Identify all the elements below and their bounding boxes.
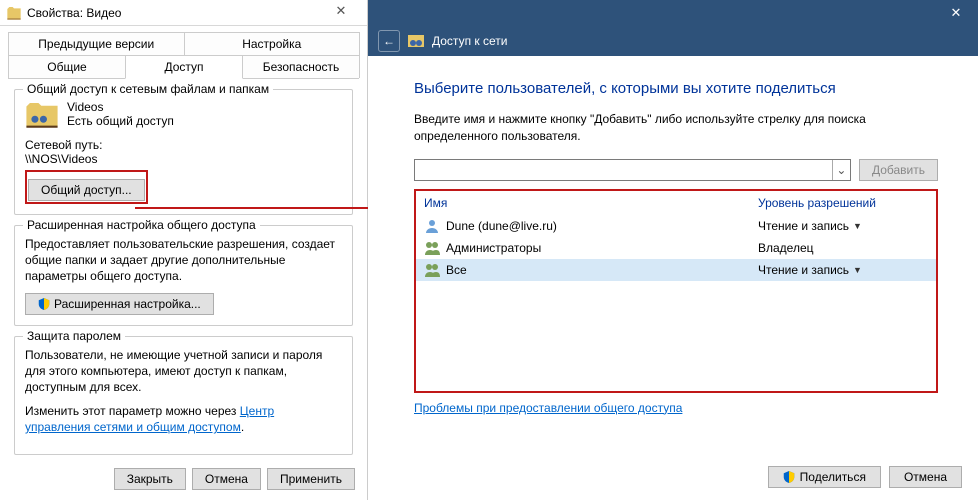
chevron-down-icon: ▼ [853,265,862,275]
chevron-down-icon: ▼ [853,221,862,231]
properties-dialog: Свойства: Видео ✕ Предыдущие версии Наст… [0,0,368,500]
col-permission[interactable]: Уровень разрешений [758,196,928,210]
user-icon [424,218,440,234]
tab-general[interactable]: Общие [8,55,126,78]
network-titlebar: ✕ [368,0,978,26]
shield-icon [38,298,50,310]
user-permission[interactable]: Чтение и запись▼ [758,219,928,233]
col-name[interactable]: Имя [424,196,758,210]
close-icon[interactable]: ✕ [934,0,978,26]
folder-name: Videos [67,100,174,114]
password-hint: Пользователи, не имеющие учетной записи … [25,347,342,396]
tab-sharing[interactable]: Доступ [125,55,243,79]
user-name: Администраторы [446,241,752,255]
sharing-tab-content: Общий доступ к сетевым файлам и папкам V… [0,79,367,475]
nav-title: Доступ к сети [432,34,507,48]
close-button[interactable]: Закрыть [114,468,186,490]
group-icon [424,240,440,256]
share-heading: Выберите пользователей, с которыми вы хо… [414,80,938,97]
properties-titlebar: Свойства: Видео ✕ [0,0,367,26]
user-permission[interactable]: Чтение и запись▼ [758,263,928,277]
list-header: Имя Уровень разрешений [416,191,936,215]
tabs-row-lower: Общие Доступ Безопасность [8,55,359,79]
problems-link[interactable]: Проблемы при предоставлении общего досту… [414,401,682,415]
cancel-button[interactable]: Отмена [889,466,962,488]
dialog-buttons: Закрыть Отмена Применить [114,468,355,490]
share-confirm-label: Поделиться [800,470,866,484]
network-buttons: Поделиться Отмена [768,466,962,488]
list-item[interactable]: Все Чтение и запись▼ [416,259,936,281]
folder-share-state: Есть общий доступ [67,114,174,128]
share-confirm-button[interactable]: Поделиться [768,466,881,488]
tab-customize[interactable]: Настройка [184,32,361,55]
tab-previous-versions[interactable]: Предыдущие версии [8,32,185,55]
network-nav: ← Доступ к сети [368,26,978,56]
user-combo[interactable]: ⌄ [414,159,851,181]
add-button[interactable]: Добавить [859,159,938,181]
advanced-settings-label: Расширенная настройка... [54,297,201,311]
advanced-settings-button[interactable]: Расширенная настройка... [25,293,214,315]
shield-icon [783,471,795,483]
group-legend: Защита паролем [23,329,125,343]
network-sharing-group: Общий доступ к сетевым файлам и папкам V… [14,89,353,215]
user-list-highlight: Имя Уровень разрешений Dune (dune@live.r… [414,189,938,393]
network-body: Выберите пользователей, с которыми вы хо… [368,56,978,415]
group-icon [424,262,440,278]
user-name: Все [446,263,752,277]
properties-title: Свойства: Видео [27,6,321,20]
group-legend: Общий доступ к сетевым файлам и папкам [23,82,273,96]
sharing-icon [408,33,424,49]
network-path-value: \\NOS\Videos [25,152,342,166]
share-instruction: Введите имя и нажмите кнопку "Добавить" … [414,111,938,145]
group-legend: Расширенная настройка общего доступа [23,218,260,232]
advanced-hint: Предоставляет пользовательские разрешени… [25,236,342,285]
user-add-row: ⌄ Добавить [414,159,938,181]
problems-line: Проблемы при предоставлении общего досту… [414,401,938,415]
user-permission: Владелец [758,241,928,255]
share-button[interactable]: Общий доступ... [28,179,145,201]
network-access-window: ✕ ← Доступ к сети Выберите пользователей… [368,0,978,500]
advanced-sharing-group: Расширенная настройка общего доступа Пре… [14,225,353,326]
list-empty-space [416,281,936,391]
chevron-down-icon[interactable]: ⌄ [832,160,850,180]
folder-small-icon [6,5,22,21]
list-item[interactable]: Dune (dune@live.ru) Чтение и запись▼ [416,215,936,237]
apply-button[interactable]: Применить [267,468,355,490]
shared-folder-icon [25,100,59,130]
list-item[interactable]: Администраторы Владелец [416,237,936,259]
change-setting-line: Изменить этот параметр можно через Центр… [25,403,342,435]
user-name: Dune (dune@live.ru) [446,219,752,233]
close-icon[interactable]: ✕ [321,3,361,23]
cancel-button[interactable]: Отмена [192,468,261,490]
tab-security[interactable]: Безопасность [242,55,360,78]
back-button[interactable]: ← [378,30,400,52]
network-path-label: Сетевой путь: [25,138,342,152]
password-protection-group: Защита паролем Пользователи, не имеющие … [14,336,353,455]
tabs-row-upper: Предыдущие версии Настройка [8,32,359,56]
